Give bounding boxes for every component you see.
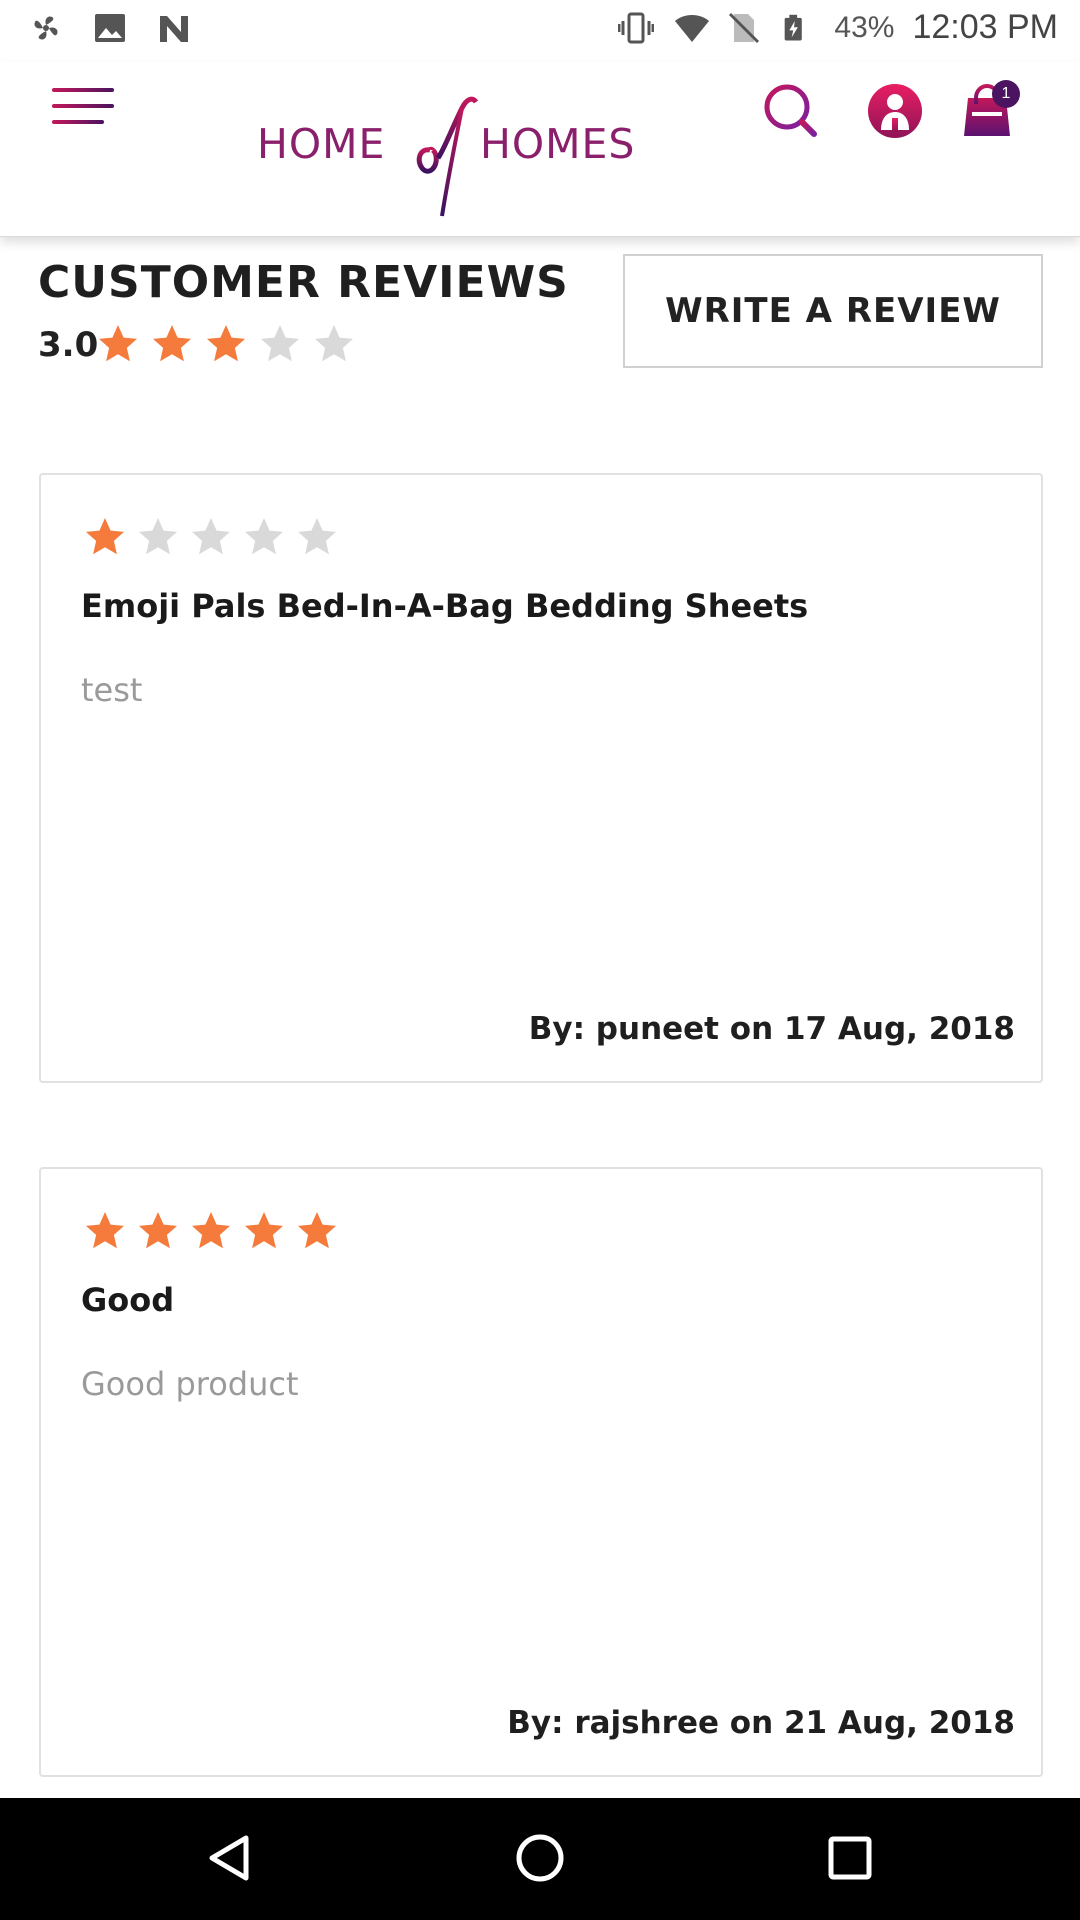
search-icon [762,84,820,144]
status-bar: 43% 12:03 PM [0,0,1080,62]
write-review-button[interactable]: WRITE A REVIEW [623,254,1043,368]
review-byline: By: rajshree on 21 Aug, 2018 [507,1705,1015,1741]
average-rating-value: 3.0 [38,325,99,365]
star-empty-icon [258,322,302,366]
vibrate-icon [617,10,655,46]
average-rating-stars [96,322,356,366]
recent-apps-button[interactable] [820,1828,880,1888]
user-icon [866,84,924,144]
back-triangle-icon [200,1835,260,1892]
logo-text-right: HOMES [480,120,636,168]
battery-percent: 43% [834,10,895,44]
star-filled-icon [83,515,127,559]
shopping-bag-icon [960,83,1018,144]
reviews-heading: CUSTOMER REVIEWS [38,257,569,308]
star-filled-icon [295,1209,339,1253]
star-empty-icon [312,322,356,366]
back-button[interactable] [200,1828,260,1888]
no-sim-icon [726,10,762,46]
logo-text-left: HOME [257,120,386,168]
star-filled-icon [204,322,248,366]
star-empty-icon [136,515,180,559]
star-empty-icon [295,515,339,559]
star-filled-icon [96,322,140,366]
review-byline: By: puneet on 17 Aug, 2018 [528,1011,1015,1047]
review-title: Emoji Pals Bed-In-A-Bag Bedding Sheets [81,587,809,625]
review-rating-stars [83,1209,339,1253]
hamburger-menu-button[interactable] [52,84,118,134]
review-title: Good [81,1281,175,1319]
star-filled-icon [150,322,194,366]
wifi-icon [672,10,710,46]
battery-charging-icon [780,10,816,46]
cart-count-badge: 1 [992,80,1020,108]
fan-icon [28,10,64,46]
image-icon [92,10,128,46]
menu-icon [52,88,118,138]
search-button[interactable] [762,82,820,140]
account-button[interactable] [866,82,924,140]
home-of-homes-logo[interactable]: HOME HOMES [250,80,650,220]
logo-mark [400,80,480,220]
recent-square-icon [820,1836,880,1892]
home-button[interactable] [510,1828,570,1888]
star-empty-icon [189,515,233,559]
review-rating-stars [83,515,339,559]
app-header: HOME HOMES 1 [0,62,1080,237]
n-logo-icon [156,10,192,46]
review-card: Good Good product By: rajshree on 21 Aug… [39,1167,1043,1777]
star-filled-icon [242,1209,286,1253]
star-filled-icon [189,1209,233,1253]
review-card: Emoji Pals Bed-In-A-Bag Bedding Sheets t… [39,473,1043,1083]
clock: 12:03 PM [912,8,1058,46]
star-filled-icon [83,1209,127,1253]
system-navigation-bar [0,1798,1080,1920]
review-body: Good product [81,1365,299,1403]
home-circle-icon [510,1834,570,1892]
star-empty-icon [242,515,286,559]
star-filled-icon [136,1209,180,1253]
review-body: test [81,671,143,709]
